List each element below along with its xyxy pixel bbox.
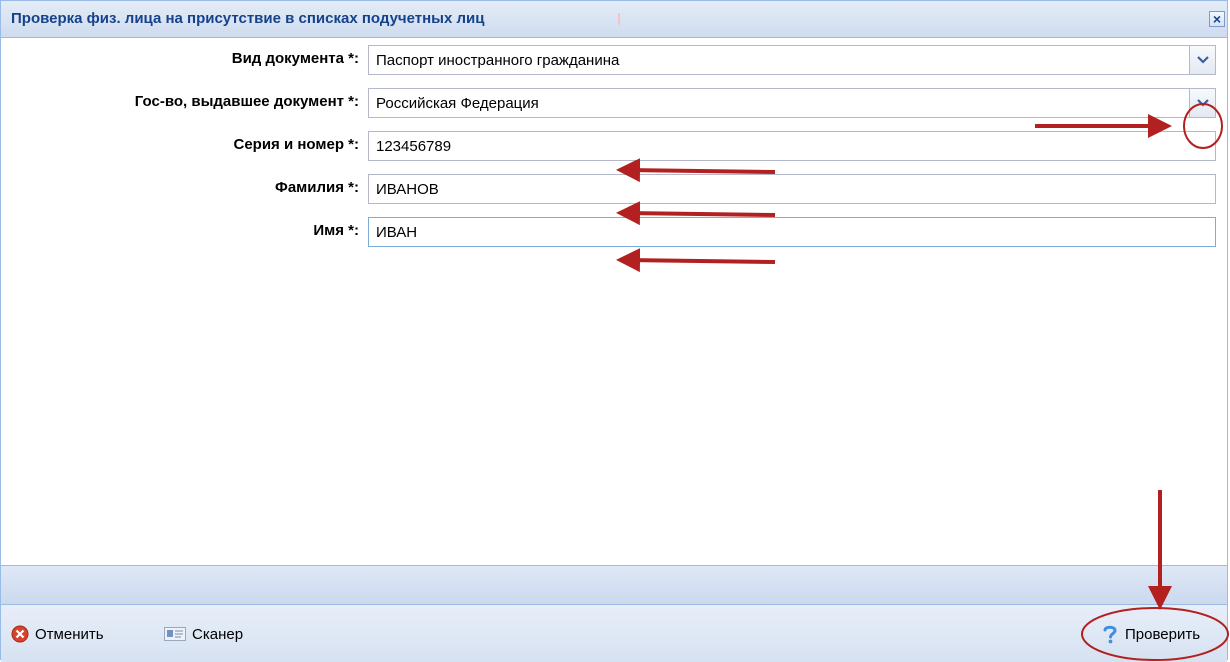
arrow-to-last-name [616,201,776,226]
annotation-overlay [616,103,1229,661]
circle-issuing-state-dropdown [1183,103,1223,149]
circle-check-button [1081,607,1229,661]
arrow-to-first-name [616,248,776,273]
arrow-to-series-number [616,158,776,183]
